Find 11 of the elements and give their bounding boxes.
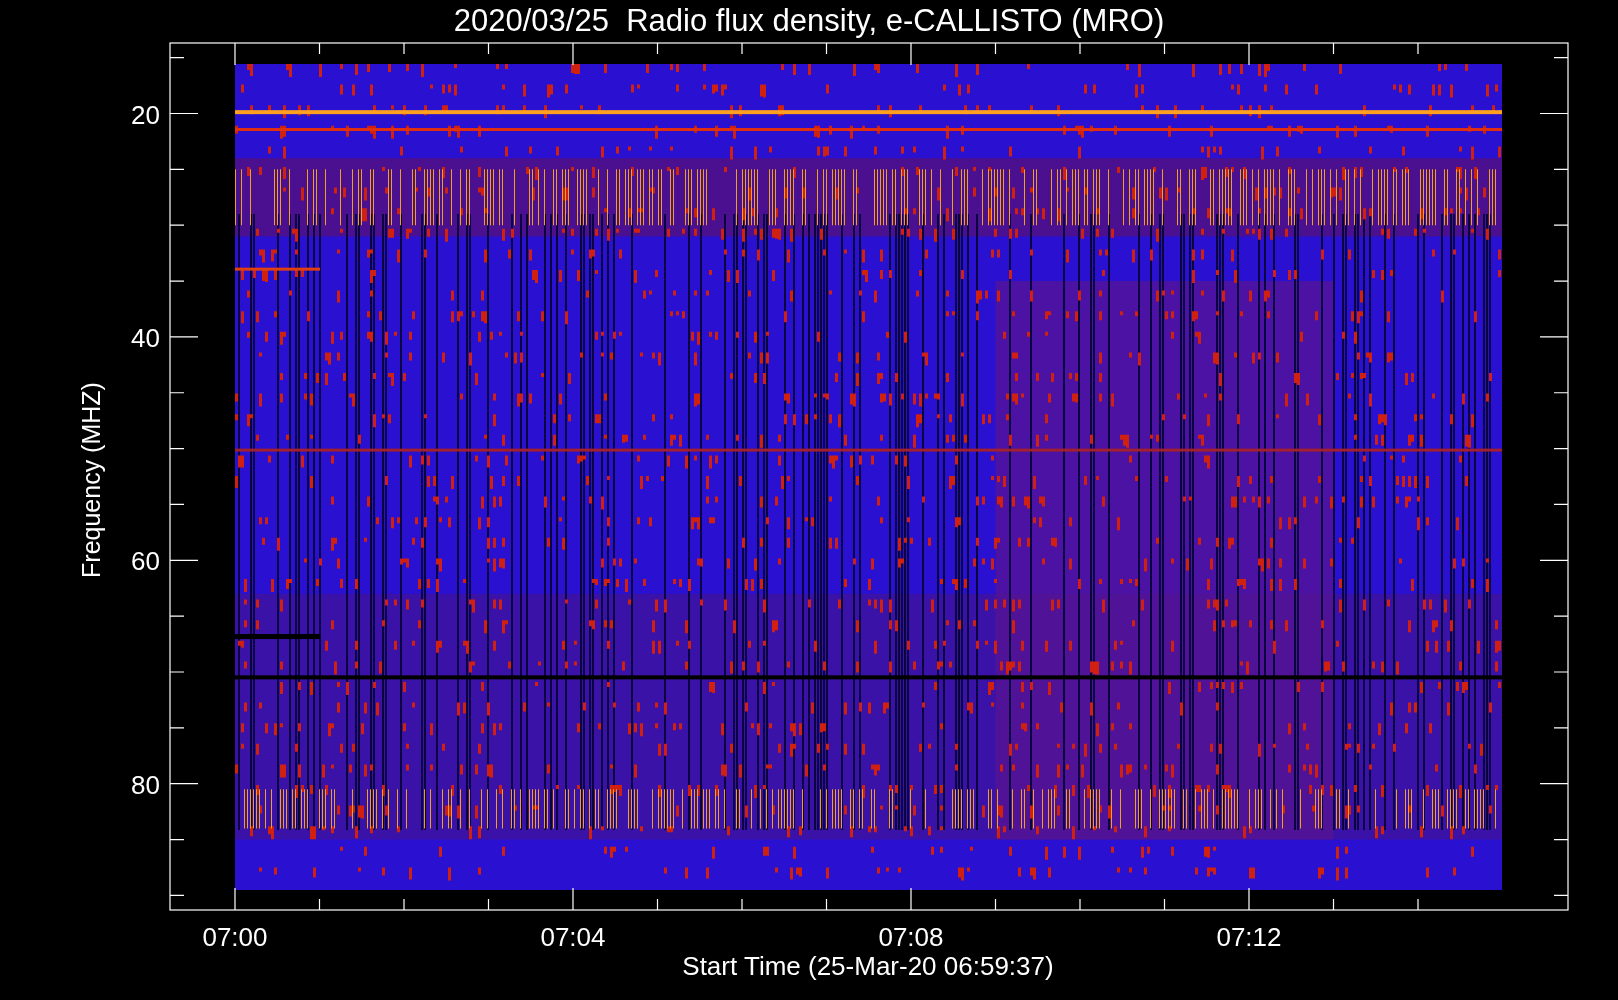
chart-title: 2020/03/25 Radio flux density, e-CALLISTO (MRO) [453, 3, 1165, 38]
tick-label: 07:12 [1216, 922, 1282, 952]
tick-label: 07:04 [540, 922, 606, 952]
axis-label: Frequency (MHZ) [77, 382, 105, 578]
tick-label: 40 [131, 322, 160, 353]
tick-label: 60 [131, 546, 160, 577]
axis-label: Start Time (25-Mar-20 06:59:37) [682, 951, 1054, 981]
tick-label: 80 [131, 769, 160, 800]
tick-label: 07:08 [878, 922, 944, 952]
tick-label: 20 [131, 99, 160, 130]
tick-label: 07:00 [202, 922, 268, 952]
